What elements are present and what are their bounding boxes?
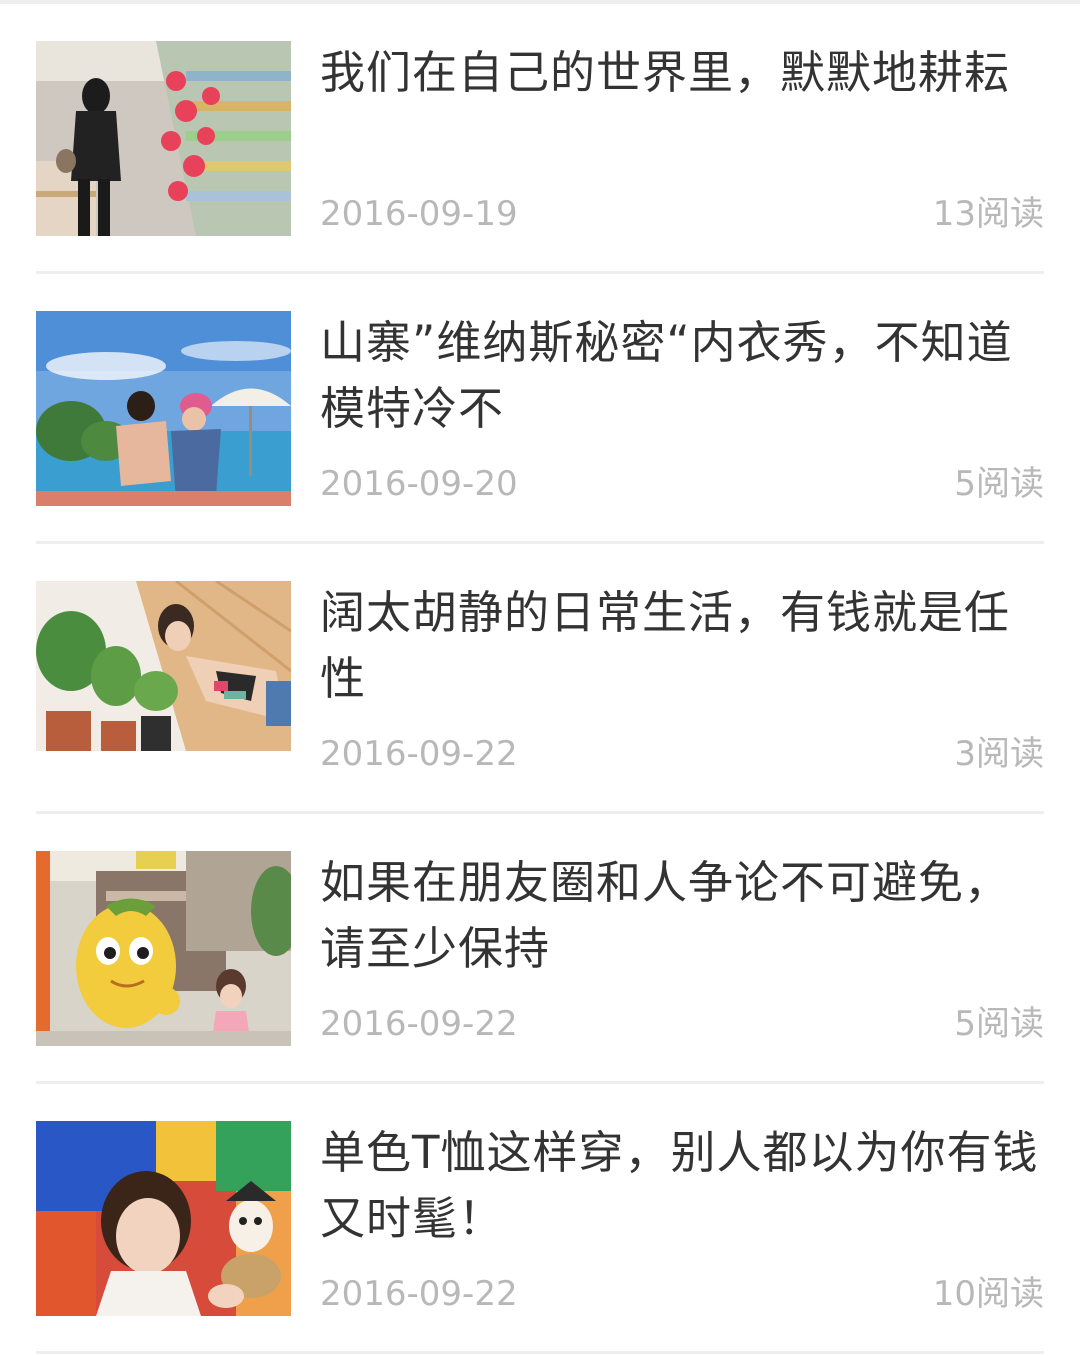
article-thumbnail[interactable]	[36, 41, 291, 236]
article-thumbnail[interactable]	[36, 581, 291, 751]
article-date: 2016-09-20	[320, 464, 518, 504]
article-thumbnail[interactable]	[36, 851, 291, 1046]
woman-with-plants-image	[36, 581, 291, 751]
article-read-count: 5阅读	[954, 464, 1044, 504]
article-title[interactable]: 单色T恤这样穿，别人都以为你有钱又时髦！	[320, 1120, 1044, 1252]
article-title[interactable]: 我们在自己的世界里，默默地耕耘	[320, 40, 1044, 106]
article-thumbnail[interactable]	[36, 1121, 291, 1316]
article-read-count: 10阅读	[932, 1274, 1044, 1314]
article-card[interactable]: 如果在朋友圈和人争论不可避免，请至少保持 2016-09-22 5阅读	[36, 814, 1044, 1084]
article-title[interactable]: 阔太胡静的日常生活，有钱就是任性	[320, 580, 1044, 712]
mango-mascot-street-image	[36, 851, 291, 1046]
article-title[interactable]: 如果在朋友圈和人争论不可避免，请至少保持	[320, 850, 1044, 982]
article-card[interactable]: 山寨”维纳斯秘密“内衣秀，不知道模特冷不 2016-09-20 5阅读	[36, 274, 1044, 544]
article-list: 我们在自己的世界里，默默地耕耘 2016-09-19 13阅读 山寨”维纳斯秘密…	[36, 4, 1044, 1354]
article-read-count: 3阅读	[954, 734, 1044, 774]
article-date: 2016-09-22	[320, 734, 518, 774]
article-card[interactable]: 我们在自己的世界里，默默地耕耘 2016-09-19 13阅读	[36, 4, 1044, 274]
article-title[interactable]: 山寨”维纳斯秘密“内衣秀，不知道模特冷不	[320, 310, 1044, 442]
article-thumbnail[interactable]	[36, 311, 291, 506]
article-date: 2016-09-22	[320, 1274, 518, 1314]
article-read-count: 13阅读	[932, 194, 1044, 234]
beach-couple-image	[36, 311, 291, 506]
article-date: 2016-09-19	[320, 194, 518, 234]
article-divider	[36, 1351, 1044, 1354]
article-read-count: 5阅读	[954, 1004, 1044, 1044]
woman-colorful-playground-image	[36, 1121, 291, 1316]
supermarket-aisle-image	[36, 41, 291, 236]
article-card[interactable]: 阔太胡静的日常生活，有钱就是任性 2016-09-22 3阅读	[36, 544, 1044, 814]
article-card[interactable]: 单色T恤这样穿，别人都以为你有钱又时髦！ 2016-09-22 10阅读	[36, 1084, 1044, 1354]
article-date: 2016-09-22	[320, 1004, 518, 1044]
